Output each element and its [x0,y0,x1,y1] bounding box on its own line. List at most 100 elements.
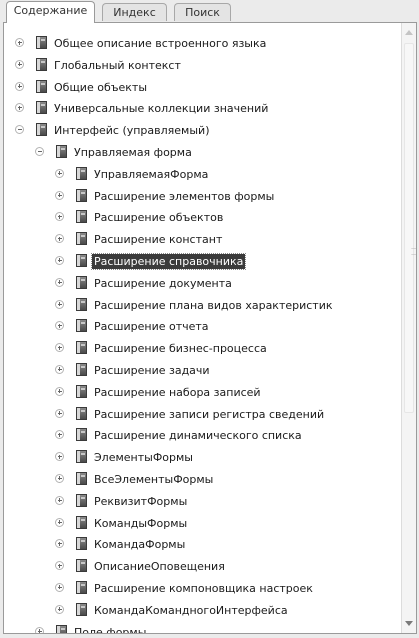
tree-item[interactable]: Расширение задачи [4,360,400,382]
vertical-scrollbar[interactable]: — — [401,23,416,633]
tree-item[interactable]: ОписаниеОповещения [4,556,400,578]
tree-item-label[interactable]: Расширение компоновщика настроек [94,581,313,596]
plus-circle-icon[interactable] [55,430,64,440]
tree-item-label[interactable]: Интерфейс (управляемый) [54,123,209,138]
plus-circle-icon[interactable] [55,517,64,527]
plus-circle-icon[interactable] [15,103,24,113]
tree-item-label[interactable]: Расширение плана видов характеристик [94,298,333,313]
plus-circle-icon[interactable] [55,473,64,483]
plus-circle-icon[interactable] [15,59,24,69]
tree-item-label[interactable]: Расширение документа [94,276,232,291]
tree-item[interactable]: Управляемая форма [4,142,400,164]
tab-contents[interactable]: Содержание [6,1,95,23]
plus-circle-icon[interactable] [55,604,64,614]
book-icon [76,450,87,464]
plus-circle-icon[interactable] [55,364,64,374]
minus-circle-icon[interactable] [15,125,24,135]
tab-search[interactable]: Поиск [174,3,231,21]
tree-item[interactable]: Общие объекты [4,77,400,99]
tree-item[interactable]: Интерфейс (управляемый) [4,120,400,142]
plus-circle-icon[interactable] [55,495,64,505]
book-icon [36,123,47,137]
scroll-down-arrow-icon[interactable] [405,621,413,626]
tree-item-label[interactable]: КомандаКомандногоИнтерфейса [94,603,288,618]
scrollbar-thumb[interactable]: — — [404,43,416,413]
plus-circle-icon[interactable] [55,168,64,178]
plus-circle-icon[interactable] [55,582,64,592]
plus-circle-icon[interactable] [55,539,64,549]
plus-circle-icon[interactable] [55,408,64,418]
plus-circle-icon[interactable] [55,190,64,200]
minus-circle-icon[interactable] [35,146,44,156]
tree-item-label[interactable]: Управляемая форма [74,145,192,160]
plus-circle-icon[interactable] [55,561,64,571]
tree-item[interactable]: Расширение справочника [4,251,400,273]
tree-item-label[interactable]: РеквизитФормы [94,494,187,509]
tree-item-label[interactable]: Общее описание встроенного языка [54,36,266,51]
book-icon [76,210,87,224]
tree-item[interactable]: УправляемаяФорма [4,164,400,186]
plus-circle-icon[interactable] [55,299,64,309]
plus-circle-icon[interactable] [15,81,24,91]
plus-circle-icon[interactable] [55,343,64,353]
tree-item[interactable]: Поле формы [4,622,400,633]
tree-item-label[interactable]: Универсальные коллекции значений [54,101,268,116]
tree-item[interactable]: ЭлементыФормы [4,447,400,469]
tree-item[interactable]: Расширение констант [4,229,400,251]
book-icon [76,602,87,616]
book-icon [56,144,67,158]
tree-item-label[interactable]: Расширение бизнес-процесса [94,341,267,356]
tree-item-label[interactable]: УправляемаяФорма [94,167,208,182]
scroll-up-arrow-icon[interactable] [405,30,413,35]
plus-circle-icon[interactable] [55,234,64,244]
tree-item-label[interactable]: Расширение записи регистра сведений [94,407,324,422]
book-icon [76,275,87,289]
tree-item-label[interactable]: КомандыФормы [94,516,187,531]
tree-item-label[interactable]: Расширение объектов [94,210,223,225]
tree-item-label[interactable]: КомандаФормы [94,537,185,552]
tree-item[interactable]: Расширение компоновщика настроек [4,578,400,600]
tree-item-label[interactable]: Расширение динамического списка [94,428,302,443]
tree-item[interactable]: Расширение объектов [4,207,400,229]
tree-item[interactable]: Расширение записи регистра сведений [4,404,400,426]
tree-item[interactable]: Расширение бизнес-процесса [4,338,400,360]
book-icon [36,36,47,49]
plus-circle-icon[interactable] [55,255,64,265]
plus-circle-icon[interactable] [55,321,64,331]
plus-circle-icon[interactable] [55,212,64,222]
tree-item[interactable]: Расширение набора записей [4,382,400,404]
book-icon [36,79,47,93]
tree-item[interactable]: Расширение динамического списка [4,425,400,447]
book-icon [76,384,87,398]
plus-circle-icon[interactable] [55,452,64,462]
tree-item[interactable]: КомандаФормы [4,534,400,556]
tree-item-label[interactable]: Глобальный контекст [54,58,181,73]
tree-item[interactable]: ВсеЭлементыФормы [4,469,400,491]
tree-item-label[interactable]: Поле формы [74,625,146,633]
plus-circle-icon[interactable] [35,626,44,633]
tree-item-label[interactable]: ОписаниеОповещения [94,559,225,574]
tree-item[interactable]: Расширение элементов формы [4,186,400,208]
tree-item[interactable]: Расширение плана видов характеристик [4,295,400,317]
plus-circle-icon[interactable] [55,386,64,396]
tree-item-label[interactable]: Расширение отчета [94,319,209,334]
tree-item-label[interactable]: Расширение задачи [94,363,210,378]
tree-item[interactable]: Общее описание встроенного языка [4,33,400,55]
tree-item[interactable]: КомандыФормы [4,513,400,535]
tree-item-label[interactable]: Общие объекты [54,80,147,95]
tree-item-label[interactable]: Расширение констант [94,232,222,247]
plus-circle-icon[interactable] [15,38,24,47]
tab-index[interactable]: Индекс [102,3,167,21]
tree-item[interactable]: Расширение отчета [4,316,400,338]
tree-item[interactable]: Универсальные коллекции значений [4,98,400,120]
tree-item[interactable]: Расширение документа [4,273,400,295]
tree-item-label[interactable]: ЭлементыФормы [94,450,193,465]
tree-item-label[interactable]: Расширение справочника [90,252,247,270]
tree-item-label[interactable]: ВсеЭлементыФормы [94,472,213,487]
tree-item[interactable]: КомандаКомандногоИнтерфейса [4,600,400,622]
plus-circle-icon[interactable] [55,277,64,287]
tree-item-label[interactable]: Расширение набора записей [94,385,261,400]
tree-item[interactable]: Глобальный контекст [4,55,400,77]
tree-item[interactable]: РеквизитФормы [4,491,400,513]
tree-item-label[interactable]: Расширение элементов формы [94,189,274,204]
